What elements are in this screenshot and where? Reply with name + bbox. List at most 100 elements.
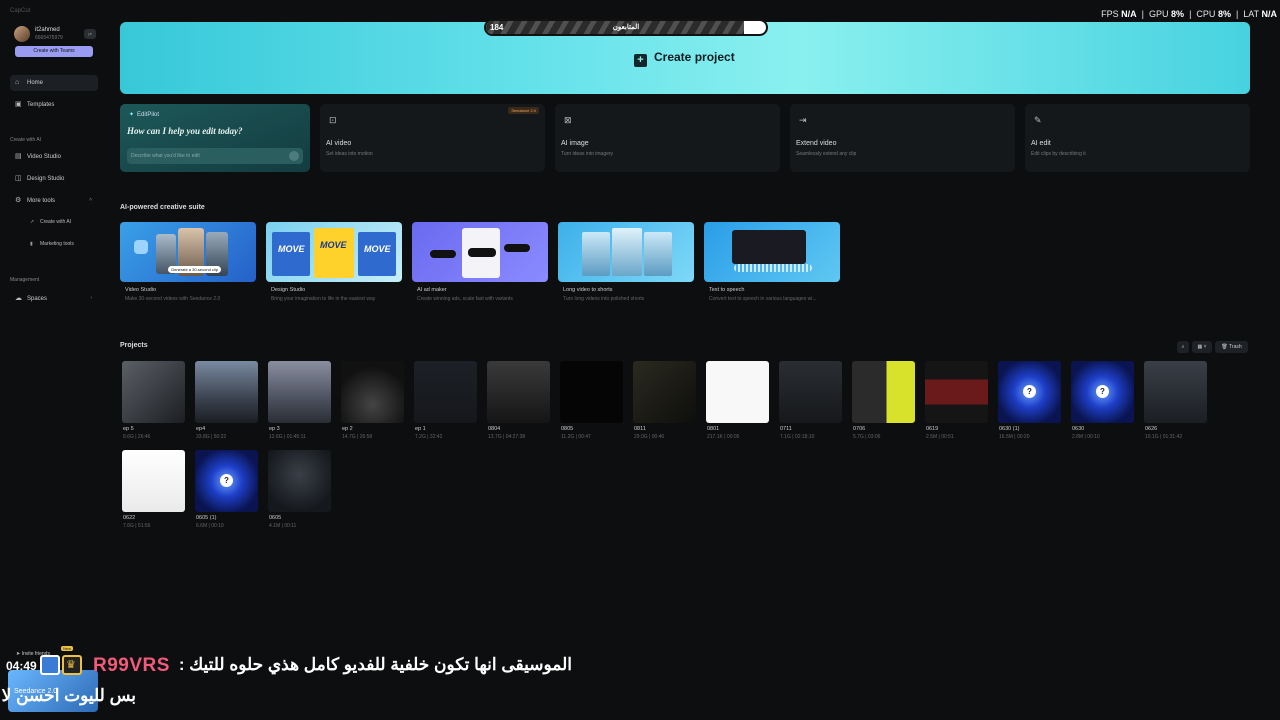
create-with-teams-button[interactable]: Create with Teams	[15, 46, 93, 57]
project-thumbnail[interactable]	[487, 361, 550, 423]
project-name: ep 3	[269, 426, 280, 432]
project-thumbnail[interactable]	[268, 450, 331, 512]
project-card[interactable]: ? 0605 (1) 6.6M | 00:10	[195, 450, 258, 534]
sidebar-item-home[interactable]: ⌂ Home	[10, 75, 98, 91]
sidebar-item-video-studio[interactable]: ▤ Video Studio	[10, 149, 98, 165]
feature-desc: Turn ideas into imagery	[561, 151, 614, 157]
chevron-up-icon[interactable]: ˄	[89, 197, 92, 203]
project-card[interactable]: 0626 10.1G | 01:31:42	[1144, 361, 1207, 445]
chevron-right-icon[interactable]: ›	[90, 295, 92, 301]
avatar[interactable]	[14, 26, 30, 42]
fps-label: FPS	[1101, 9, 1119, 19]
templates-icon: ▣	[15, 101, 22, 108]
suite-design-studio[interactable]: MOVE MOVE MOVE Design Studio Bring your …	[266, 222, 402, 310]
cursor-icon: ➚	[30, 219, 35, 225]
project-meta: 7.6G | 51:56	[123, 523, 151, 529]
sidebar-item-label: Home	[27, 80, 44, 86]
project-card[interactable]: 0801 217.1K | 00:05	[706, 361, 769, 445]
search-icon[interactable]: ⌕	[1177, 341, 1189, 353]
editpilot-input[interactable]	[131, 151, 281, 161]
editpilot-input-box[interactable]	[127, 148, 303, 164]
sidebar-item-label: Design Studio	[27, 176, 65, 182]
project-card[interactable]: 0619 2.5M | 00:51	[925, 361, 988, 445]
project-thumbnail[interactable]	[779, 361, 842, 423]
feature-desc: Set ideas into motion	[326, 151, 373, 157]
project-thumbnail[interactable]: ?	[998, 361, 1061, 423]
project-thumbnail[interactable]	[633, 361, 696, 423]
project-thumbnail[interactable]	[852, 361, 915, 423]
project-card[interactable]: 0804 13.7G | 04:27:38	[487, 361, 550, 445]
project-thumbnail[interactable]	[706, 361, 769, 423]
suite-video-studio[interactable]: Generate a 30-second clip Video Studio M…	[120, 222, 256, 310]
project-thumbnail[interactable]	[195, 361, 258, 423]
chat-username: R99VRS	[93, 655, 170, 676]
project-thumbnail[interactable]	[122, 361, 185, 423]
suite-text-to-speech[interactable]: Text to speech Convert text to speech in…	[704, 222, 840, 310]
suite-item-title: AI ad maker	[417, 287, 447, 293]
send-arrow-icon: ➤	[16, 651, 21, 657]
project-thumbnail[interactable]: ?	[1071, 361, 1134, 423]
section-management: Management	[10, 277, 40, 283]
sidebar-item-create-with-ai[interactable]: ➚ Create with AI	[30, 219, 71, 225]
feature-ai-edit[interactable]: ✎ AI edit Edit clips by describing it	[1025, 104, 1250, 172]
project-card[interactable]: 0605 4.1M | 00:11	[268, 450, 331, 534]
project-thumbnail[interactable]	[925, 361, 988, 423]
lat-label: LAT	[1243, 9, 1259, 19]
fps-value: N/A	[1121, 9, 1137, 19]
sidebar-item-marketing-tools[interactable]: ▮ Marketing tools	[30, 241, 74, 247]
project-card[interactable]: ep 2 14.7G | 26:58	[341, 361, 404, 445]
project-card[interactable]: 0622 7.6G | 51:56	[122, 450, 185, 534]
project-thumbnail[interactable]	[1144, 361, 1207, 423]
gpu-value: 8%	[1171, 9, 1185, 19]
sidebar-item-templates[interactable]: ▣ Templates	[10, 97, 98, 113]
project-thumbnail[interactable]: ?	[195, 450, 258, 512]
project-card[interactable]: ep 1 7.2G | 32:42	[414, 361, 477, 445]
project-name: ep 1	[415, 426, 426, 432]
project-card[interactable]: ep4 33.8G | 50:22	[195, 361, 258, 445]
project-thumbnail[interactable]	[414, 361, 477, 423]
create-project-button[interactable]: + Create project	[634, 50, 735, 67]
project-card[interactable]: 0706 5.7G | 03:06	[852, 361, 915, 445]
user-id: 6665475979	[35, 35, 63, 41]
suite-ai-ad-maker[interactable]: AI ad maker Create winning ads, scale fa…	[412, 222, 548, 310]
create-project-label: Create project	[654, 50, 735, 64]
feature-extend-video[interactable]: ⇥ Extend video Seamlessly extend any cli…	[790, 104, 1015, 172]
project-thumbnail[interactable]	[268, 361, 331, 423]
project-card[interactable]: 0711 7.1G | 02:18:10	[779, 361, 842, 445]
project-name: 0630 (1)	[999, 426, 1020, 432]
project-card[interactable]: 0811 29.0G | 00:46	[633, 361, 696, 445]
crown-icon: ♛	[62, 655, 82, 675]
project-name: ep 2	[342, 426, 353, 432]
suite-long-video-to-shorts[interactable]: Long video to shorts Turn long videos in…	[558, 222, 694, 310]
project-card[interactable]: 0805 11.2G | 00:47	[560, 361, 623, 445]
editpilot-title: ✦ EditPilot	[129, 111, 159, 118]
profile-badge[interactable]: pt	[84, 29, 96, 39]
home-icon: ⌂	[15, 79, 20, 86]
sidebar-item-label: Spaces	[27, 296, 48, 302]
editpilot-card[interactable]: ✦ EditPilot How can I help you edit today…	[120, 104, 310, 172]
view-toggle-icon[interactable]: ▦ ˅	[1192, 341, 1212, 353]
user-badge-icon	[40, 655, 60, 675]
project-thumbnail[interactable]	[341, 361, 404, 423]
profile[interactable]: it2ahmed 6665475979 pt	[14, 26, 96, 42]
feature-ai-video[interactable]: ⊡ Seedance 2.0 AI video Set ideas into m…	[320, 104, 545, 172]
project-card[interactable]: ep 5 8.6G | 26:46	[122, 361, 185, 445]
project-meta: 16.5M | 00:20	[999, 434, 1030, 440]
chat-message: الموسيقى انها تكون خلفية للفديو كامل هذي…	[178, 655, 572, 674]
sidebar-item-design-studio[interactable]: ◫ Design Studio	[10, 171, 98, 187]
sidebar-item-label: Video Studio	[27, 154, 61, 160]
missing-media-icon: ?	[1096, 385, 1109, 398]
send-icon[interactable]	[289, 151, 299, 161]
trash-button[interactable]: 🗑 Trash	[1215, 341, 1248, 353]
project-thumbnail[interactable]	[560, 361, 623, 423]
feature-ai-image[interactable]: ⊠ AI image Turn ideas into imagery	[555, 104, 780, 172]
project-card[interactable]: ? 0630 2.8M | 00:10	[1071, 361, 1134, 445]
project-card[interactable]: ep 3 12.6G | 01:45:11	[268, 361, 331, 445]
project-card[interactable]: ? 0630 (1) 16.5M | 00:20	[998, 361, 1061, 445]
feature-desc: Seamlessly extend any clip	[796, 151, 857, 157]
project-meta: 217.1K | 00:05	[707, 434, 740, 440]
sidebar-item-more-tools[interactable]: ⚙ More tools ˄	[10, 193, 98, 209]
project-thumbnail[interactable]	[122, 450, 185, 512]
sidebar-item-spaces[interactable]: ☁ Spaces ›	[10, 291, 98, 307]
edit-icon: ✎	[1034, 115, 1042, 125]
